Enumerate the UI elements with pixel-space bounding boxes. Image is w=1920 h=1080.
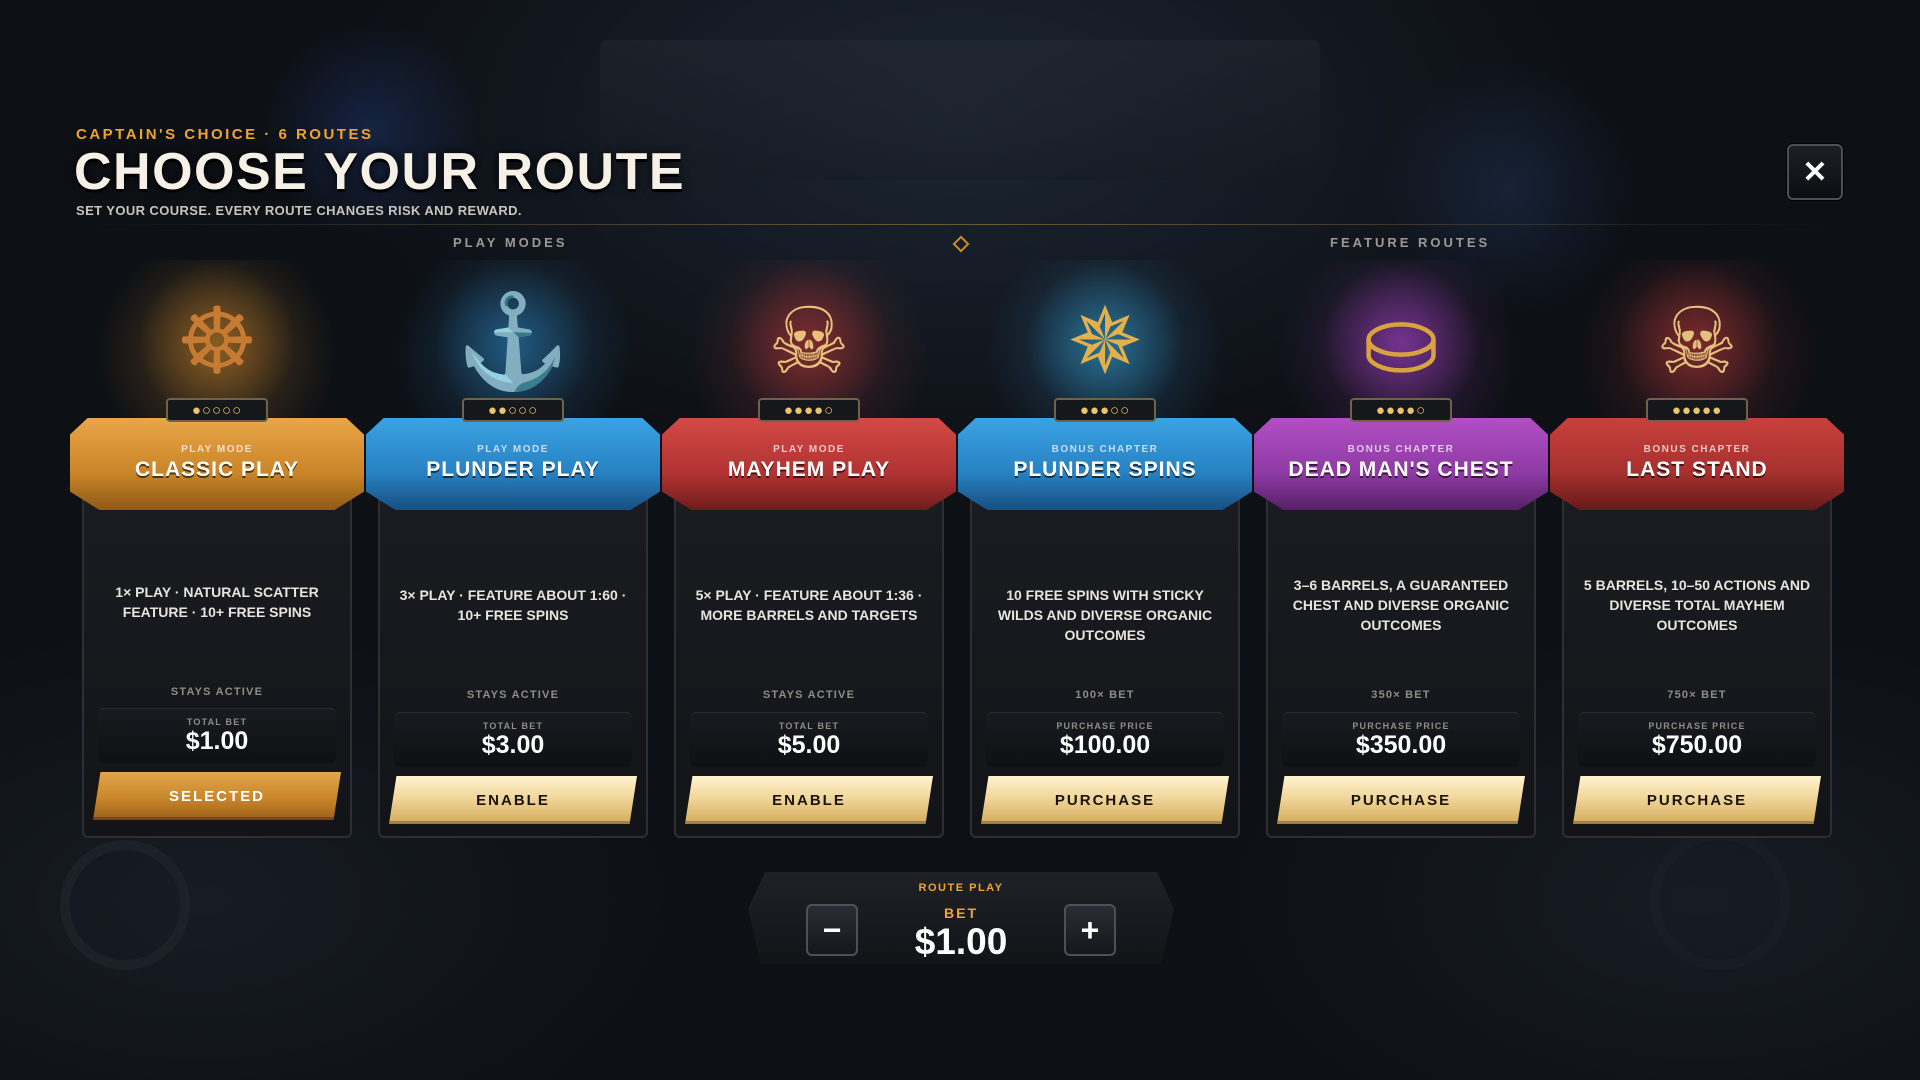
enable-button[interactable]: ENABLE: [685, 776, 933, 824]
card-kicker: BONUS CHAPTER: [1643, 444, 1751, 455]
price-box: PURCHASE PRICE $750.00: [1578, 712, 1816, 767]
section-divider: [76, 224, 1836, 225]
card-kicker: PLAY MODE: [477, 444, 549, 455]
bet-kicker: ROUTE PLAY: [918, 882, 1004, 894]
purchase-button[interactable]: PURCHASE: [981, 776, 1229, 824]
price-box: PURCHASE PRICE $100.00: [986, 712, 1224, 767]
card-title: DEAD MAN'S CHEST: [1288, 458, 1514, 481]
card-description: 1× PLAY · NATURAL SCATTER FEATURE · 10+ …: [115, 584, 319, 620]
card-kicker: BONUS CHAPTER: [1347, 444, 1455, 455]
route-card-classic-play[interactable]: ☸ PLAY MODE CLASSIC PLAY ●○○○○ 1× PLAY ·…: [70, 260, 364, 840]
card-title: LAST STAND: [1626, 458, 1768, 481]
price-label: TOTAL BET: [778, 721, 840, 731]
risk-pips: ●●●●●: [1646, 398, 1748, 422]
section-label-feature-routes: FEATURE ROUTES: [1330, 235, 1491, 250]
price-value: $3.00: [481, 731, 545, 759]
decrease-bet-button[interactable]: −: [806, 904, 858, 956]
header-kicker: CAPTAIN'S CHOICE · 6 ROUTES: [76, 126, 374, 143]
page-title: CHOOSE YOUR ROUTE: [74, 143, 686, 201]
route-card-dead-mans-chest[interactable]: ⛀ BONUS CHAPTER DEAD MAN'S CHEST ●●●●○ 3…: [1254, 260, 1548, 840]
price-box: PURCHASE PRICE $350.00: [1282, 712, 1520, 767]
card-description: 5 BARRELS, 10–50 ACTIONS AND DIVERSE TOT…: [1583, 577, 1811, 633]
card-banner: PLAY MODE MAYHEM PLAY: [662, 418, 956, 510]
page-subtitle: SET YOUR COURSE. EVERY ROUTE CHANGES RIS…: [76, 203, 522, 218]
background-wheel: [60, 840, 190, 970]
route-card-last-stand[interactable]: ☠ BONUS CHAPTER LAST STAND ●●●●● 5 BARRE…: [1550, 260, 1844, 840]
card-banner: BONUS CHAPTER LAST STAND: [1550, 418, 1844, 510]
card-title: PLUNDER PLAY: [426, 458, 600, 481]
card-status: 750× BET: [1667, 689, 1727, 701]
minus-icon: −: [822, 911, 842, 948]
selected-button[interactable]: SELECTED: [93, 772, 341, 820]
card-banner: PLAY MODE CLASSIC PLAY: [70, 418, 364, 510]
card-title: MAYHEM PLAY: [727, 458, 891, 481]
close-button[interactable]: ✕: [1787, 144, 1843, 200]
purchase-button[interactable]: PURCHASE: [1573, 776, 1821, 824]
card-description: 10 FREE SPINS WITH STICKY WILDS AND DIVE…: [997, 587, 1213, 643]
card-status: STAYS ACTIVE: [466, 689, 560, 701]
card-description: 3–6 BARRELS, A GUARANTEED CHEST AND DIVE…: [1292, 577, 1510, 633]
risk-pips: ●●●●○: [758, 398, 860, 422]
price-label: TOTAL BET: [186, 717, 248, 727]
card-banner: BONUS CHAPTER DEAD MAN'S CHEST: [1254, 418, 1548, 510]
card-description: 5× PLAY · FEATURE ABOUT 1:36 · MORE BARR…: [695, 587, 923, 623]
price-value: $350.00: [1355, 731, 1447, 759]
price-box: TOTAL BET $1.00: [98, 708, 336, 763]
price-value: $1.00: [185, 727, 249, 755]
enable-button[interactable]: ENABLE: [389, 776, 637, 824]
divider-diamond-icon: [952, 235, 970, 253]
price-value: $750.00: [1651, 731, 1743, 759]
purchase-button[interactable]: PURCHASE: [1277, 776, 1525, 824]
card-banner: PLAY MODE PLUNDER PLAY: [366, 418, 660, 510]
price-value: $5.00: [777, 731, 841, 759]
card-kicker: BONUS CHAPTER: [1051, 444, 1159, 455]
card-status: 100× BET: [1075, 689, 1135, 701]
card-title: CLASSIC PLAY: [134, 458, 300, 481]
price-box: TOTAL BET $3.00: [394, 712, 632, 767]
card-kicker: PLAY MODE: [773, 444, 845, 455]
risk-pips: ●●●●○: [1350, 398, 1452, 422]
card-title: PLUNDER SPINS: [1013, 458, 1197, 481]
route-cards: ☸ PLAY MODE CLASSIC PLAY ●○○○○ 1× PLAY ·…: [70, 260, 1844, 840]
price-label: PURCHASE PRICE: [1352, 721, 1450, 731]
card-description: 3× PLAY · FEATURE ABOUT 1:60 · 10+ FREE …: [399, 587, 627, 623]
card-kicker: PLAY MODE: [181, 444, 253, 455]
route-card-mayhem-play[interactable]: ☠ PLAY MODE MAYHEM PLAY ●●●●○ 5× PLAY · …: [662, 260, 956, 840]
plus-icon: +: [1080, 911, 1100, 948]
route-card-plunder-play[interactable]: ⚓ PLAY MODE PLUNDER PLAY ●●○○○ 3× PLAY ·…: [366, 260, 660, 840]
increase-bet-button[interactable]: +: [1064, 904, 1116, 956]
price-value: $100.00: [1059, 731, 1151, 759]
card-status: STAYS ACTIVE: [762, 689, 856, 701]
price-label: PURCHASE PRICE: [1648, 721, 1746, 731]
background-wheel: [1650, 830, 1790, 970]
card-status: 350× BET: [1371, 689, 1431, 701]
price-box: TOTAL BET $5.00: [690, 712, 928, 767]
risk-pips: ●○○○○: [166, 398, 268, 422]
price-label: TOTAL BET: [482, 721, 544, 731]
section-label-play-modes: PLAY MODES: [453, 235, 568, 250]
bet-panel: ROUTE PLAY BET $1.00 − +: [748, 872, 1174, 964]
card-status: STAYS ACTIVE: [170, 686, 264, 698]
risk-pips: ●●○○○: [462, 398, 564, 422]
card-banner: BONUS CHAPTER PLUNDER SPINS: [958, 418, 1252, 510]
close-icon: ✕: [1802, 155, 1828, 189]
risk-pips: ●●●○○: [1054, 398, 1156, 422]
route-card-plunder-spins[interactable]: ✵ BONUS CHAPTER PLUNDER SPINS ●●●○○ 10 F…: [958, 260, 1252, 840]
price-label: PURCHASE PRICE: [1056, 721, 1154, 731]
background-ship: [600, 40, 1320, 180]
